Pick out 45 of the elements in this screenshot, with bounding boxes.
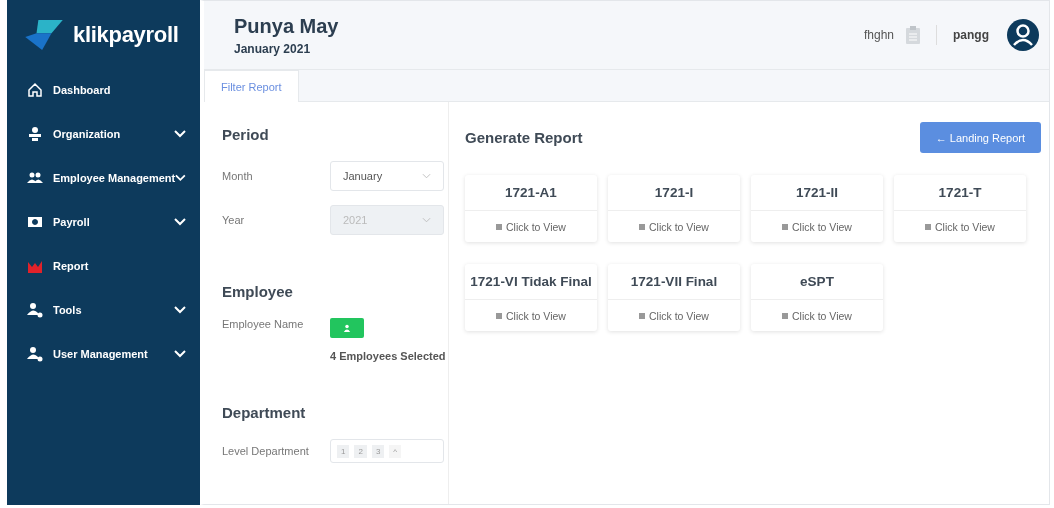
page-title: Punya May <box>234 14 339 38</box>
chevron-down-icon <box>422 173 431 179</box>
sidebar-item[interactable]: User Management <box>7 332 200 376</box>
report-title: 1721-T <box>894 175 1026 211</box>
clipboard-icon[interactable] <box>906 26 920 44</box>
field-label: Level Department <box>222 445 310 457</box>
logo-icon <box>25 20 63 50</box>
user-name[interactable]: pangg <box>953 28 989 42</box>
sidebar-item[interactable]: Organization <box>7 112 200 156</box>
select-field[interactable]: January <box>330 161 444 191</box>
sidebar-item[interactable]: Report <box>7 244 200 288</box>
section-heading: Department <box>222 404 307 421</box>
section-heading: Period <box>222 126 270 143</box>
field-label: Employee Name <box>222 318 305 330</box>
sidebar-item[interactable]: Tools <box>7 288 200 332</box>
page-subtitle: January 2021 <box>234 41 312 56</box>
section-heading: Employee <box>222 283 294 300</box>
field-label: Month <box>222 170 254 182</box>
report-title: 1721-II <box>751 175 883 211</box>
view-link[interactable]: Click to View <box>465 211 597 242</box>
view-link[interactable]: Click to View <box>894 211 1026 242</box>
company-name: fhghn <box>863 28 894 42</box>
field-label: Year <box>222 214 246 226</box>
landing-report-button[interactable]: ← Landing Report <box>919 122 1041 153</box>
brand-name: klikpayroll <box>73 22 179 48</box>
section-heading: Generate Report <box>465 129 583 146</box>
view-link[interactable]: Click to View <box>608 211 740 242</box>
tab[interactable]: Filter Report <box>204 70 299 102</box>
report-title: 1721-VI Tidak Final <box>465 264 597 300</box>
report-title: eSPT <box>751 264 883 300</box>
person-icon <box>343 324 351 332</box>
view-link[interactable]: Click to View <box>465 300 597 331</box>
sidebar-item[interactable]: Dashboard <box>7 68 200 112</box>
selection-count: 4 Employees Selected <box>330 350 446 362</box>
chevron-down-icon <box>422 217 431 223</box>
view-link[interactable]: Click to View <box>751 211 883 242</box>
sidebar-item[interactable]: Employee Management <box>7 156 200 200</box>
view-link[interactable]: Click to View <box>608 300 740 331</box>
report-title: 1721-I <box>608 175 740 211</box>
report-title: 1721-VII Final <box>608 264 740 300</box>
view-link[interactable]: Click to View <box>751 300 883 331</box>
sidebar-item[interactable]: Payroll <box>7 200 200 244</box>
avatar-icon[interactable] <box>1007 19 1039 51</box>
select-employee-button[interactable] <box>330 318 364 338</box>
report-title: 1721-A1 <box>465 175 597 211</box>
